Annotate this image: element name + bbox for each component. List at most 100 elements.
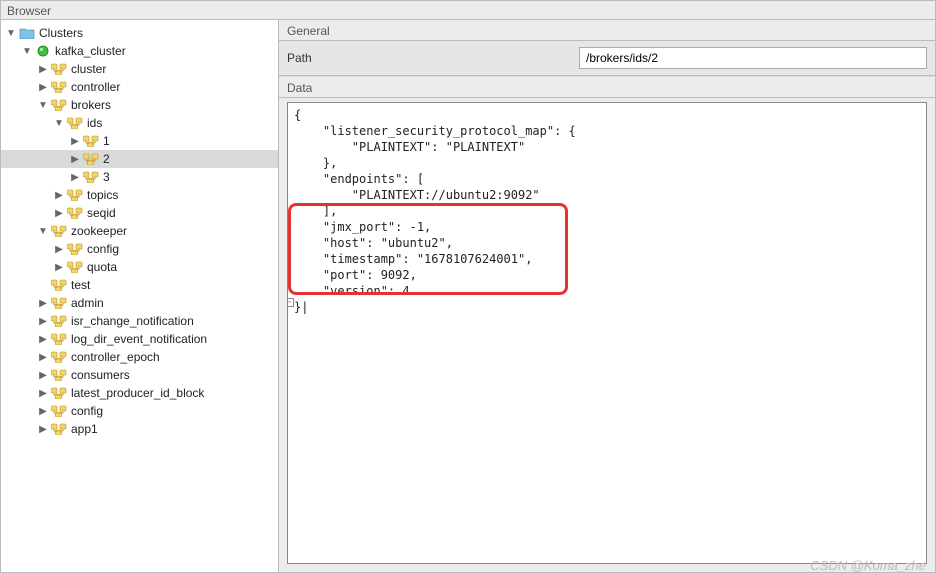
znode-icon <box>51 368 67 382</box>
tree-node-label: isr_change_notification <box>69 314 194 328</box>
chevron-right-icon[interactable]: ▶ <box>37 297 49 309</box>
chevron-right-icon[interactable]: ▶ <box>37 315 49 327</box>
chevron-down-icon[interactable]: ▼ <box>21 45 33 57</box>
tree-node-config[interactable]: ▶ config <box>1 240 278 258</box>
tree-node-test[interactable]: test <box>1 276 278 294</box>
panel-title: Browser <box>1 1 935 20</box>
znode-icon <box>67 206 83 220</box>
chevron-right-icon[interactable]: ▶ <box>53 243 65 255</box>
tree-node-label: seqid <box>85 206 116 220</box>
chevron-right-icon[interactable]: ▶ <box>53 189 65 201</box>
znode-icon <box>51 224 67 238</box>
tree-node-cluster[interactable]: ▶ cluster <box>1 60 278 78</box>
znode-icon <box>51 314 67 328</box>
tree-node-latest-producer-id-block[interactable]: ▶ latest_producer_id_block <box>1 384 278 402</box>
fold-minus-icon[interactable]: - <box>287 298 294 307</box>
tree-node-label: app1 <box>69 422 98 436</box>
chevron-right-icon[interactable]: ▶ <box>69 153 81 165</box>
data-textarea[interactable]: { "listener_security_protocol_map": { "P… <box>287 102 927 564</box>
tree-node-label: cluster <box>69 62 106 76</box>
znode-icon <box>51 422 67 436</box>
tree: ▼ Clusters▼ kafka_cluster▶ cluster▶ cont… <box>1 20 278 442</box>
tree-node-label: consumers <box>69 368 130 382</box>
znode-icon <box>51 404 67 418</box>
chevron-right-icon[interactable]: ▶ <box>53 207 65 219</box>
tree-node-label: test <box>69 278 90 292</box>
znode-icon <box>51 332 67 346</box>
znode-icon <box>67 260 83 274</box>
tree-node-1[interactable]: ▶ 1 <box>1 132 278 150</box>
tree-node-clusters[interactable]: ▼ Clusters <box>1 24 278 42</box>
path-input[interactable] <box>579 47 927 69</box>
path-label: Path <box>287 51 567 65</box>
chevron-right-icon[interactable]: ▶ <box>69 171 81 183</box>
tree-node-label: controller_epoch <box>69 350 160 364</box>
chevron-down-icon[interactable]: ▼ <box>37 225 49 237</box>
tree-node-topics[interactable]: ▶ topics <box>1 186 278 204</box>
tree-node-label: log_dir_event_notification <box>69 332 207 346</box>
tree-node-label: config <box>69 404 103 418</box>
chevron-down-icon[interactable]: ▼ <box>5 27 17 39</box>
detail-panel: General Path Data { "listener_security_p… <box>279 20 935 572</box>
chevron-right-icon[interactable]: ▶ <box>37 423 49 435</box>
tree-node-label: controller <box>69 80 120 94</box>
chevron-right-icon[interactable]: ▶ <box>37 63 49 75</box>
tree-node-zookeeper[interactable]: ▼ zookeeper <box>1 222 278 240</box>
tree-node-label: 2 <box>101 152 110 166</box>
tree-node-label: kafka_cluster <box>53 44 126 58</box>
tree-node-label: latest_producer_id_block <box>69 386 204 400</box>
tree-node-controller-epoch[interactable]: ▶ controller_epoch <box>1 348 278 366</box>
tree-node-3[interactable]: ▶ 3 <box>1 168 278 186</box>
chevron-right-icon[interactable]: ▶ <box>53 261 65 273</box>
tree-panel: ▼ Clusters▼ kafka_cluster▶ cluster▶ cont… <box>1 20 279 572</box>
chevron-right-icon[interactable]: ▶ <box>37 333 49 345</box>
tree-node-kafka-cluster[interactable]: ▼ kafka_cluster <box>1 42 278 60</box>
znode-icon <box>51 80 67 94</box>
tree-node-label: quota <box>85 260 117 274</box>
znode-icon <box>51 98 67 112</box>
green-dot-icon <box>35 44 51 58</box>
tree-node-label: topics <box>85 188 118 202</box>
tree-node-quota[interactable]: ▶ quota <box>1 258 278 276</box>
tree-node-app1[interactable]: ▶ app1 <box>1 420 278 438</box>
znode-icon <box>67 242 83 256</box>
znode-icon <box>67 188 83 202</box>
data-content: { "listener_security_protocol_map": { "P… <box>294 108 576 314</box>
chevron-right-icon[interactable]: ▶ <box>37 351 49 363</box>
tree-node-consumers[interactable]: ▶ consumers <box>1 366 278 384</box>
tree-node-log-dir-event-notification[interactable]: ▶ log_dir_event_notification <box>1 330 278 348</box>
tree-node-ids[interactable]: ▼ ids <box>1 114 278 132</box>
tree-node-label: 1 <box>101 134 110 148</box>
tree-node-label: Clusters <box>37 26 83 40</box>
tree-node-admin[interactable]: ▶ admin <box>1 294 278 312</box>
znode-icon <box>51 386 67 400</box>
tree-node-config[interactable]: ▶ config <box>1 402 278 420</box>
tree-node-seqid[interactable]: ▶ seqid <box>1 204 278 222</box>
tree-node-label: ids <box>85 116 102 130</box>
znode-icon <box>51 278 67 292</box>
tree-node-brokers[interactable]: ▼ brokers <box>1 96 278 114</box>
znode-icon <box>67 116 83 130</box>
tree-node-label: admin <box>69 296 104 310</box>
znode-icon <box>83 170 99 184</box>
znode-icon <box>51 296 67 310</box>
data-section-label: Data <box>279 76 935 98</box>
chevron-right-icon[interactable]: ▶ <box>69 135 81 147</box>
tree-node-label: brokers <box>69 98 111 112</box>
chevron-down-icon[interactable]: ▼ <box>53 117 65 129</box>
chevron-down-icon[interactable]: ▼ <box>37 99 49 111</box>
tree-node-isr-change-notification[interactable]: ▶ isr_change_notification <box>1 312 278 330</box>
tree-node-label: 3 <box>101 170 110 184</box>
chevron-right-icon[interactable]: ▶ <box>37 369 49 381</box>
general-section-label: General <box>279 20 935 41</box>
tree-node-controller[interactable]: ▶ controller <box>1 78 278 96</box>
path-row: Path <box>279 41 935 76</box>
chevron-right-icon[interactable]: ▶ <box>37 387 49 399</box>
chevron-right-icon[interactable]: ▶ <box>37 81 49 93</box>
tree-node-2[interactable]: ▶ 2 <box>1 150 278 168</box>
znode-icon <box>51 350 67 364</box>
folder-icon <box>19 26 35 40</box>
znode-icon <box>83 134 99 148</box>
chevron-right-icon[interactable]: ▶ <box>37 405 49 417</box>
tree-node-label: config <box>85 242 119 256</box>
